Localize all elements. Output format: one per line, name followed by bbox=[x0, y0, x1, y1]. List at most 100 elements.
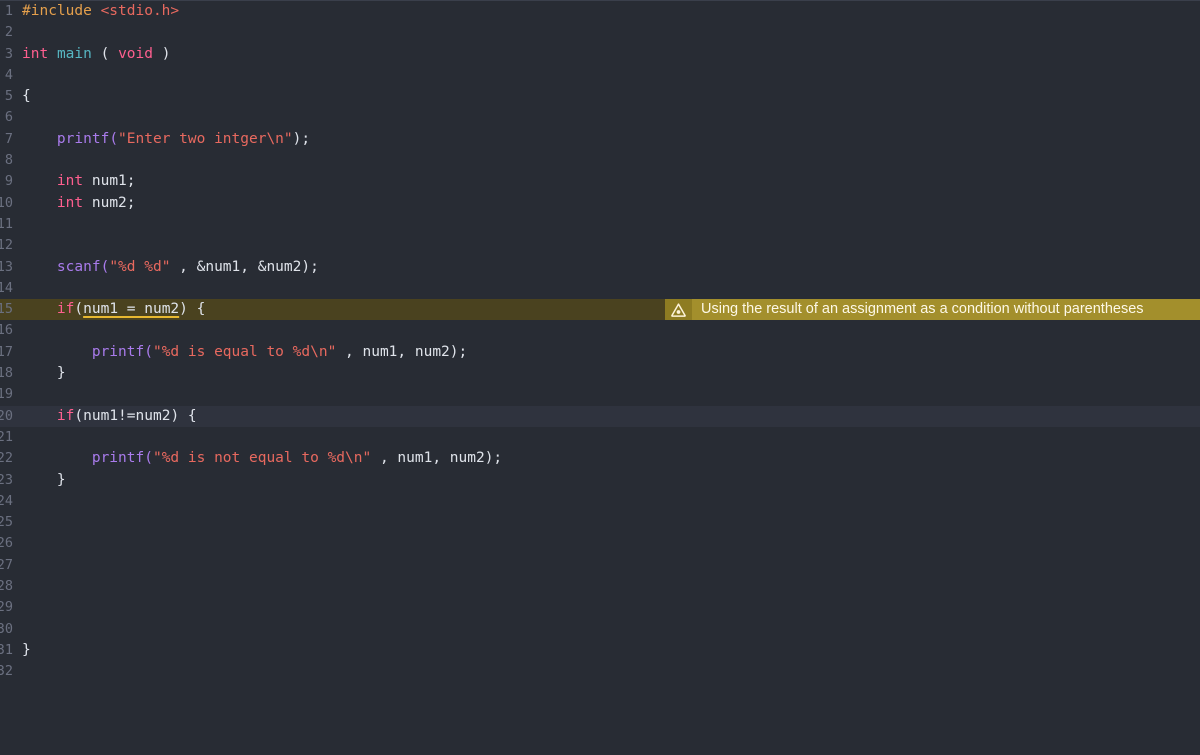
code-line[interactable]: 28 bbox=[0, 576, 1200, 597]
line-number: 15 bbox=[0, 301, 13, 318]
token-keyword-int: int bbox=[56, 173, 84, 190]
code-line[interactable]: 26 bbox=[0, 533, 1200, 554]
line-number: 24 bbox=[0, 492, 13, 509]
code-line[interactable]: 13 scanf("%d %d" , &num1, &num2); bbox=[0, 257, 1200, 278]
code-line[interactable]: 6 bbox=[0, 107, 1200, 128]
token-condition-tail: ) { bbox=[170, 407, 197, 424]
code-line[interactable]: 3 int main ( void ) bbox=[0, 44, 1200, 65]
inline-diagnostic-warning[interactable]: Using the result of an assignment as a c… bbox=[665, 299, 1200, 321]
code-line[interactable]: 19 bbox=[0, 384, 1200, 405]
code-line[interactable]: 8 bbox=[0, 150, 1200, 171]
token-call-tail: , num1, num2); bbox=[371, 450, 503, 467]
line-number: 27 bbox=[0, 556, 13, 573]
code-line[interactable]: 32 bbox=[0, 661, 1200, 682]
code-line[interactable]: 14 bbox=[0, 278, 1200, 299]
line-number: 28 bbox=[0, 578, 13, 595]
code-line[interactable]: 16 bbox=[0, 320, 1200, 341]
warning-triangle-icon bbox=[665, 299, 692, 321]
token-function-main: main bbox=[56, 45, 92, 62]
code-line[interactable]: 11 bbox=[0, 214, 1200, 235]
token-string: "%d is not equal to %d\n" bbox=[152, 450, 372, 467]
line-number: 26 bbox=[0, 535, 13, 552]
code-line[interactable]: 30 bbox=[0, 619, 1200, 640]
token-identifier: num2; bbox=[83, 194, 136, 211]
code-line[interactable]: 31 } bbox=[0, 640, 1200, 661]
line-content: int num2; bbox=[22, 193, 136, 214]
code-line[interactable]: 22 printf("%d is not equal to %d\n" , nu… bbox=[0, 448, 1200, 469]
token-paren-open: ( bbox=[109, 130, 119, 147]
line-number: 12 bbox=[0, 237, 13, 254]
line-number: 23 bbox=[0, 471, 13, 488]
token-identifier: num1; bbox=[83, 173, 136, 190]
code-line[interactable]: 1 #include <stdio.h> bbox=[0, 1, 1200, 22]
token-call-tail: , num1, num2); bbox=[336, 343, 468, 360]
line-content: } bbox=[22, 470, 66, 491]
code-line[interactable]: 9 int num1; bbox=[0, 171, 1200, 192]
line-content: } bbox=[22, 363, 66, 384]
token-keyword-int: int bbox=[56, 194, 84, 211]
code-line[interactable]: 18 } bbox=[0, 363, 1200, 384]
line-number: 14 bbox=[0, 279, 13, 296]
code-line[interactable]: 21 bbox=[0, 427, 1200, 448]
code-line[interactable]: 23 } bbox=[0, 470, 1200, 491]
line-number: 16 bbox=[0, 322, 13, 339]
token-paren-close: ) bbox=[152, 45, 171, 62]
token-string: "%d is equal to %d\n" bbox=[152, 343, 337, 360]
token-call-tail: , &num1, &num2); bbox=[170, 258, 319, 275]
token-header: <stdio.h> bbox=[100, 3, 180, 19]
code-line[interactable]: 2 bbox=[0, 22, 1200, 43]
code-line[interactable]: 5 { bbox=[0, 86, 1200, 107]
code-line[interactable]: 7 printf("Enter two intger\n"); bbox=[0, 129, 1200, 150]
line-content: scanf("%d %d" , &num1, &num2); bbox=[22, 257, 319, 278]
token-brace-close: } bbox=[22, 641, 31, 658]
code-line[interactable]: 24 bbox=[0, 491, 1200, 512]
line-content: #include <stdio.h> bbox=[22, 1, 179, 22]
code-line[interactable]: 27 bbox=[0, 555, 1200, 576]
line-content: if(num1 = num2) { bbox=[22, 299, 205, 320]
line-content: printf("%d is not equal to %d\n" , num1,… bbox=[22, 448, 502, 469]
token-call-printf: printf bbox=[56, 130, 110, 147]
code-line-active[interactable]: 20 if(num1!=num2) { bbox=[0, 405, 1200, 427]
line-content: printf("Enter two intger\n"); bbox=[22, 129, 310, 150]
line-number: 3 bbox=[4, 45, 13, 62]
code-line[interactable]: 17 printf("%d is equal to %d\n" , num1, … bbox=[0, 342, 1200, 363]
line-number: 8 bbox=[4, 152, 13, 169]
line-number: 6 bbox=[4, 109, 13, 126]
code-line[interactable]: 10 int num2; bbox=[0, 193, 1200, 214]
line-number: 25 bbox=[0, 514, 13, 531]
line-number: 31 bbox=[0, 641, 13, 658]
line-number: 10 bbox=[0, 194, 13, 211]
code-editor[interactable]: 1 #include <stdio.h> 2 3 int main ( void… bbox=[0, 0, 1200, 755]
line-number: 13 bbox=[0, 258, 13, 275]
token-string: "%d %d" bbox=[109, 258, 171, 275]
token-call-scanf: scanf bbox=[56, 258, 101, 275]
line-number: 21 bbox=[0, 428, 13, 445]
line-number: 32 bbox=[0, 663, 13, 680]
line-number: 22 bbox=[0, 450, 13, 467]
code-line[interactable]: 29 bbox=[0, 597, 1200, 618]
token-condition-tail: ) { bbox=[179, 301, 206, 318]
token-paren-open: ( bbox=[144, 450, 153, 467]
line-number: 19 bbox=[0, 386, 13, 403]
code-line[interactable]: 25 bbox=[0, 512, 1200, 533]
line-content: if(num1!=num2) { bbox=[22, 406, 197, 427]
code-line[interactable]: 4 bbox=[0, 65, 1200, 86]
code-line[interactable]: 12 bbox=[0, 235, 1200, 256]
code-line-with-warning[interactable]: 15 if(num1 = num2) { Using the result of… bbox=[0, 299, 1200, 321]
line-number: 30 bbox=[0, 620, 13, 637]
line-number: 1 bbox=[4, 3, 13, 19]
line-content: int num1; bbox=[22, 171, 136, 192]
token-condition: num1!=num2 bbox=[83, 407, 171, 424]
line-content: } bbox=[22, 640, 31, 661]
line-number: 7 bbox=[4, 130, 13, 147]
token-string: "Enter two intger\n" bbox=[118, 130, 293, 147]
token-brace-open: { bbox=[22, 88, 31, 105]
